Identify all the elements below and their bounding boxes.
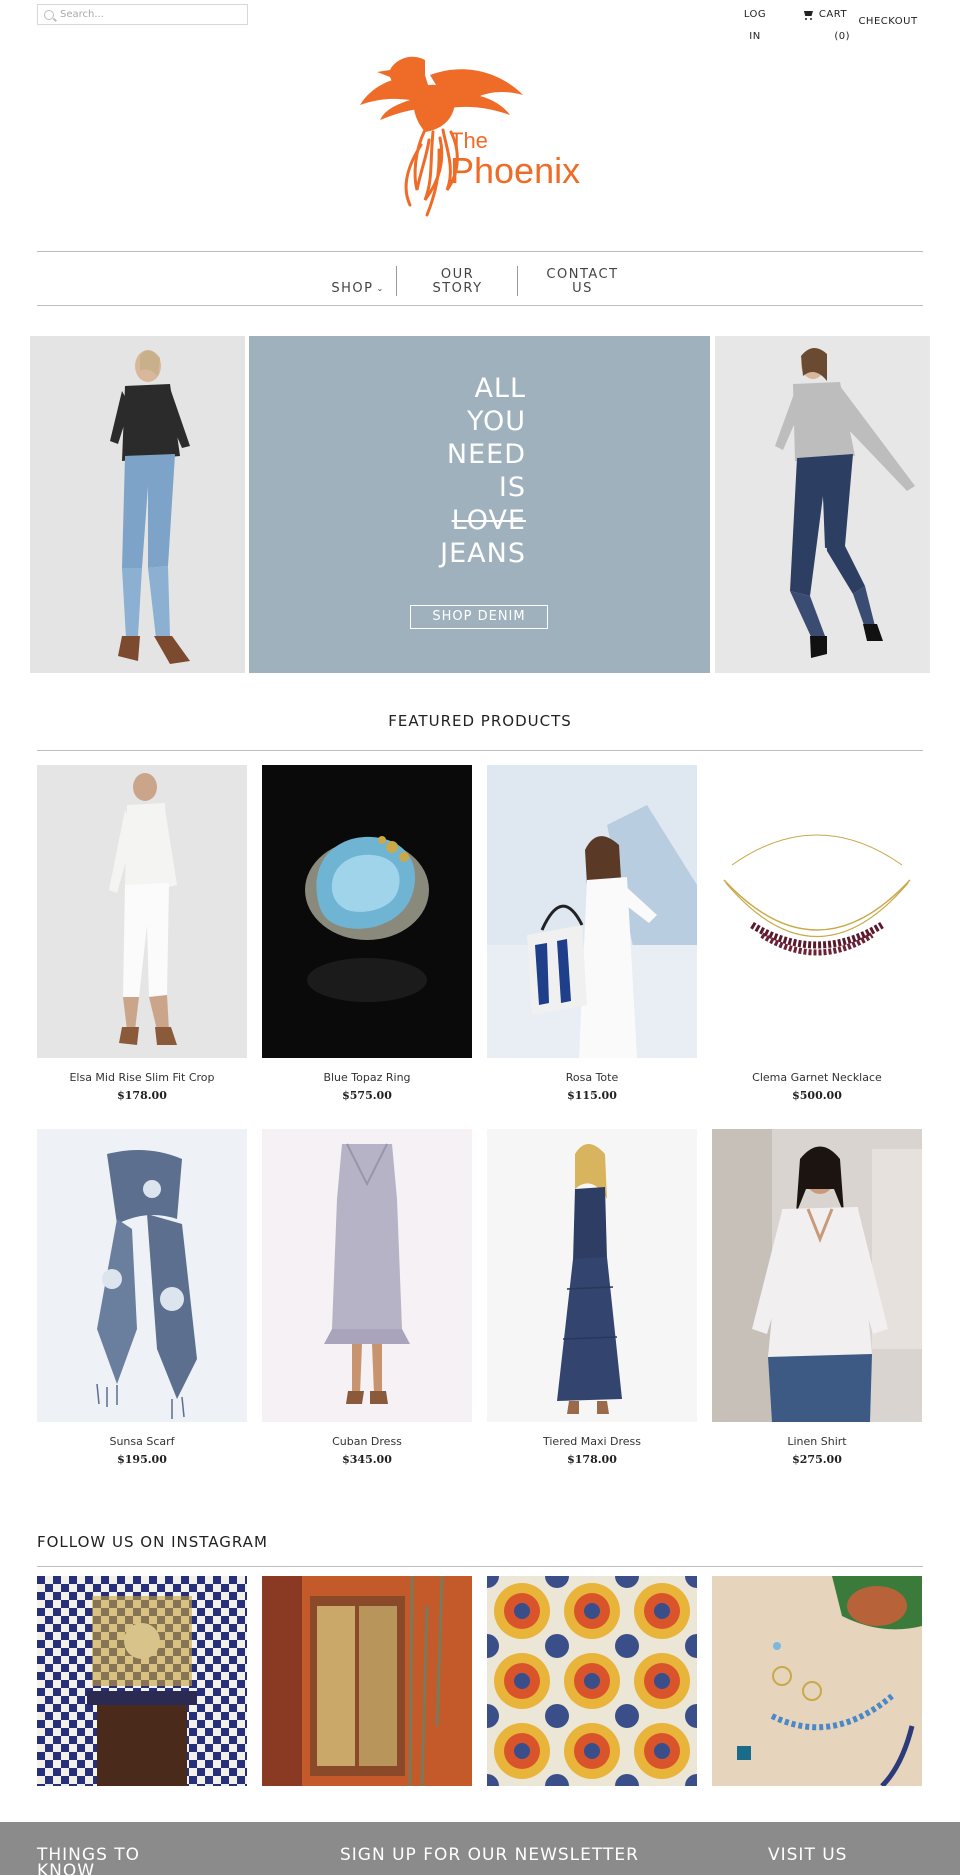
nav-separator [396,266,397,296]
cart-icon [803,11,814,20]
footer-things-to-know: THINGS TO KNOW [37,1847,140,1875]
footer-newsletter-title: SIGN UP FOR OUR NEWSLETTER [340,1845,639,1865]
product-price: $178.00 [567,1453,617,1466]
hero-line: JEANS [440,538,526,569]
product-price: $195.00 [117,1453,167,1466]
logo-brand-name: Phoenix [450,150,580,191]
product-image[interactable] [37,1129,247,1422]
nav-story-line2: STORY [432,281,483,296]
nav-story-line1: OUR [440,267,475,282]
product-image[interactable] [712,765,922,1058]
product-price: $178.00 [117,1089,167,1102]
search-icon [44,9,54,20]
shop-denim-button[interactable]: SHOP DENIM [410,605,548,629]
main-nav: SHOP ⌄ OUR STORY CONTACT US [0,262,960,298]
chevron-down-icon: ⌄ [376,284,385,293]
featured-divider [37,750,923,751]
product-name[interactable]: Sunsa Scarf [37,1435,247,1448]
instagram-photo[interactable] [37,1576,247,1786]
nav-contact-line1: CONTACT [546,267,619,282]
instagram-photo[interactable] [487,1576,697,1786]
product-card[interactable]: Rosa Tote $115.00 [487,765,697,1102]
product-name[interactable]: Elsa Mid Rise Slim Fit Crop [37,1071,247,1084]
phoenix-logo[interactable]: The Phoenix [355,50,605,230]
product-name[interactable]: Blue Topaz Ring [262,1071,472,1084]
hero-line: ALL [474,373,526,404]
nav-our-story[interactable]: OUR STORY [410,268,505,296]
nav-contact-us[interactable]: CONTACT US [530,268,635,296]
nav-contact-line2: US [572,281,593,296]
product-price: $500.00 [792,1089,842,1102]
hero-line: IS [498,472,526,503]
product-card[interactable]: Clema Garnet Necklace $500.00 [712,765,922,1102]
product-card[interactable]: Elsa Mid Rise Slim Fit Crop $178.00 [37,765,247,1102]
product-card[interactable]: Cuban Dress $345.00 [262,1129,472,1466]
product-image[interactable] [487,1129,697,1422]
product-price: $275.00 [792,1453,842,1466]
instagram-divider [37,1566,923,1567]
nav-separator [517,266,518,296]
nav-shop[interactable]: SHOP ⌄ [320,282,396,297]
footer: THINGS TO KNOW SIGN UP FOR OUR NEWSLETTE… [0,1822,960,1875]
footer-visit-us: VISIT US [768,1845,848,1865]
product-image[interactable] [262,765,472,1058]
product-image[interactable] [37,765,247,1058]
product-image[interactable] [712,1129,922,1422]
hero-headline: ALL YOU NEED IS LOVE JEANS [440,372,526,570]
product-name[interactable]: Rosa Tote [487,1071,697,1084]
cart-count: (0) [834,31,850,42]
featured-products-title: FEATURED PRODUCTS [388,712,572,730]
nav-shop-label: SHOP [331,281,374,296]
hero-banner[interactable]: ALL YOU NEED IS LOVE JEANS SHOP DENIM [249,336,710,673]
hero-line: YOU [466,406,526,437]
search-input[interactable] [60,9,240,20]
hero-image-left[interactable] [30,336,245,673]
hero-line-strikethrough: LOVE [451,505,526,536]
product-price: $345.00 [342,1453,392,1466]
login-label-line1: LOG [743,9,767,20]
hero-image-right[interactable] [715,336,930,673]
product-card[interactable]: Tiered Maxi Dress $178.00 [487,1129,697,1466]
nav-divider-bottom [37,305,923,306]
product-name[interactable]: Tiered Maxi Dress [487,1435,697,1448]
product-name[interactable]: Clema Garnet Necklace [712,1071,922,1084]
product-image[interactable] [487,765,697,1058]
product-card[interactable]: Blue Topaz Ring $575.00 [262,765,472,1102]
hero-line: NEED [446,439,526,470]
nav-divider-top [37,251,923,252]
instagram-photo[interactable] [712,1576,922,1786]
checkout-link[interactable]: CHECKOUT [858,11,918,33]
instagram-title: FOLLOW US ON INSTAGRAM [37,1533,268,1551]
instagram-photo[interactable] [262,1576,472,1786]
product-card[interactable]: Sunsa Scarf $195.00 [37,1129,247,1466]
cart-link[interactable]: CART (0) [800,4,850,48]
product-name[interactable]: Cuban Dress [262,1435,472,1448]
product-image[interactable] [262,1129,472,1422]
login-link[interactable]: LOG IN [740,4,770,48]
product-price: $115.00 [567,1089,617,1102]
login-label-line2: IN [749,31,761,42]
product-card[interactable]: Linen Shirt $275.00 [712,1129,922,1466]
product-name[interactable]: Linen Shirt [712,1435,922,1448]
search-box[interactable] [37,4,248,25]
product-price: $575.00 [342,1089,392,1102]
cart-label: CART [818,9,848,20]
